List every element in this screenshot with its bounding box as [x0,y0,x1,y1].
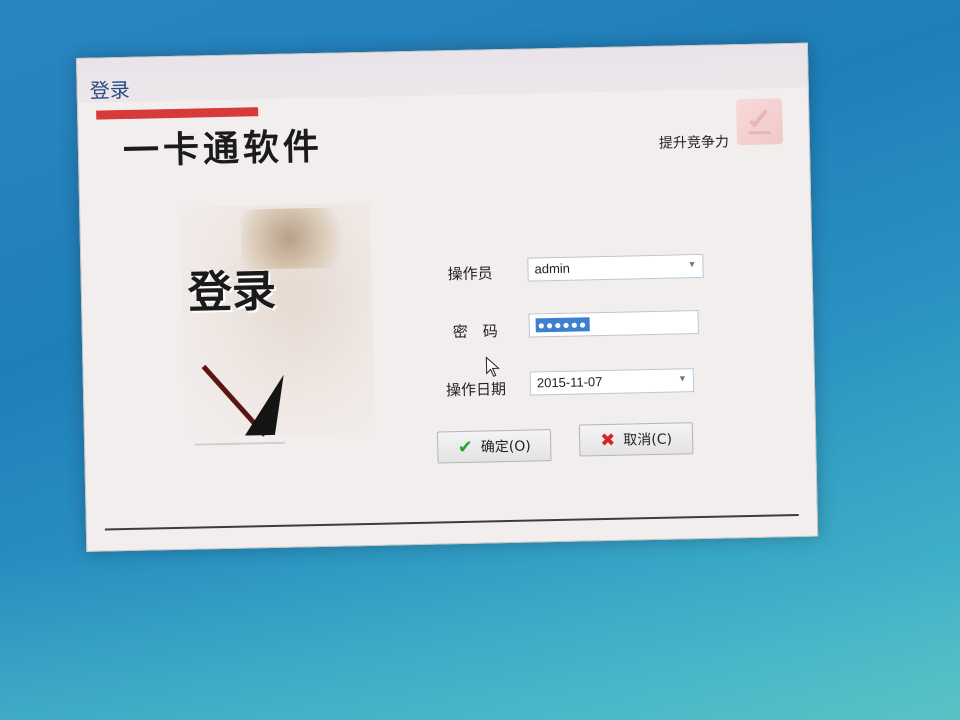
title-bar[interactable]: 登录 [77,43,808,103]
mouse-cursor-icon [485,356,500,378]
brand-accent-bar [96,107,259,120]
illustration-title: 登录 [187,265,277,319]
ok-button[interactable]: ✔ 确定(O) [436,429,552,464]
check-icon: ✔ [457,436,474,458]
login-illustration: 登录 [180,202,375,446]
cancel-button-label: 取消(C) [623,431,673,449]
app-name: 一卡通软件 [122,125,324,173]
password-mask: ●●●●●● [535,317,590,333]
window-title: 登录 [89,77,130,103]
chevron-down-icon[interactable]: ▼ [678,373,687,383]
chevron-down-icon[interactable]: ▼ [687,259,696,269]
password-input[interactable]: ●●●●●● [528,310,699,338]
date-value: 2015-11-07 [536,374,603,391]
pen-icon [195,364,286,446]
operator-select[interactable]: admin ▼ [527,253,704,282]
ok-button-label: 确定(O) [480,438,531,456]
operator-value: admin [534,260,571,277]
slogan-text: 提升竞争力 [658,134,730,152]
screen-glare [0,560,960,720]
corner-logo-icon [736,98,783,146]
date-label: 操作日期 [445,380,507,400]
date-picker[interactable]: 2015-11-07 ▼ [529,368,695,396]
operator-label: 操作员 [447,264,493,284]
cross-icon: ✖ [599,429,616,451]
login-dialog: 登录 一卡通软件 提升竞争力 登录 操作员 admin ▼ 密 码 ●●●●●●… [76,42,819,552]
password-label: 密 码 [452,322,499,342]
cancel-button[interactable]: ✖ 取消(C) [578,422,694,457]
footer-divider [104,513,799,531]
